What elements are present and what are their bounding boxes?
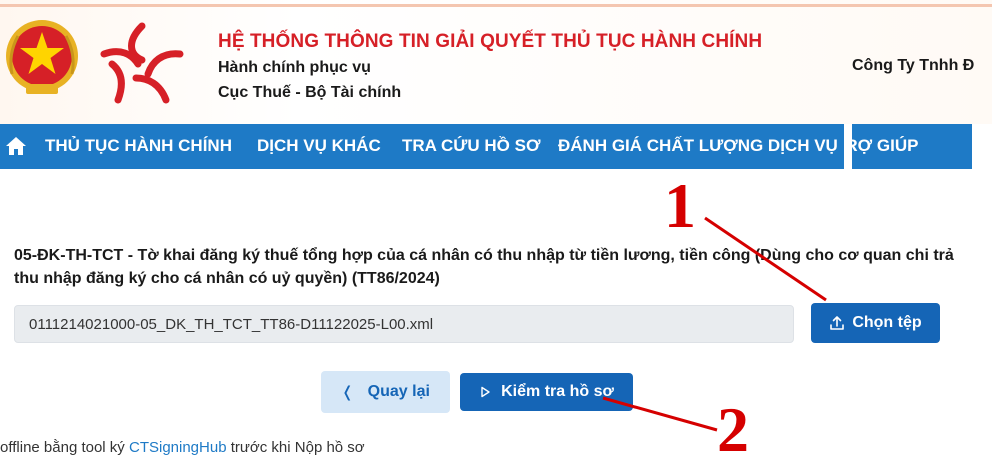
nav-item-service-rating[interactable]: ĐÁNH GIÁ CHẤT LƯỢNG DỊCH VỤ (558, 136, 840, 156)
signing-note: offline bằng tool ký CTSigningHub trước … (0, 439, 365, 456)
form-title: 05-ĐK-TH-TCT - Tờ khai đăng ký thuế tổng… (14, 247, 954, 287)
ctsigninghub-link[interactable]: CTSigningHub (129, 439, 227, 456)
nav-item-administrative-procedures[interactable]: THỦ TỤC HÀNH CHÍNH (45, 136, 232, 156)
upload-icon (830, 316, 845, 330)
note-suffix: trước khi Nộp hồ sơ (226, 439, 365, 456)
agency-name: Cục Thuế - Bộ Tài chính (218, 84, 402, 101)
nav-item-lookup-records[interactable]: TRA CỨU HỒ SƠ (402, 136, 540, 156)
home-icon[interactable] (4, 135, 28, 157)
tax-star-logo-icon (100, 22, 184, 104)
nav-item-other-services[interactable]: DỊCH VỤ KHÁC (257, 136, 381, 156)
file-path-input[interactable] (14, 305, 794, 343)
check-records-button[interactable]: Kiểm tra hồ sơ (460, 373, 633, 411)
company-name[interactable]: Công Ty Tnhh Đ (852, 57, 992, 75)
annotation-step-1: 1 (664, 170, 696, 241)
back-button-label: Quay lại (367, 383, 430, 400)
system-title: HỆ THỐNG THÔNG TIN GIẢI QUYẾT THỦ TỤC HÀ… (218, 31, 763, 52)
chevron-left-icon: ❬ (341, 384, 354, 401)
nav-item-help-label: TRỢ GIÚP (852, 136, 919, 155)
system-subtitle: Hành chính phục vụ (218, 59, 371, 76)
annotation-step-2: 2 (717, 394, 749, 465)
main-navbar: THỦ TỤC HÀNH CHÍNH DỊCH VỤ KHÁC TRA CỨU … (0, 124, 972, 169)
back-button[interactable]: ❬ Quay lại (321, 371, 450, 413)
header-top-stripe (0, 4, 992, 7)
note-prefix: offline bằng tool ký (0, 439, 129, 456)
check-records-label: Kiểm tra hồ sơ (501, 383, 614, 400)
nav-divider (844, 124, 852, 169)
page-header: HỆ THỐNG THÔNG TIN GIẢI QUYẾT THỦ TỤC HÀ… (0, 0, 992, 124)
play-icon (481, 386, 490, 398)
nav-item-help[interactable]: TRỢ GIÚP (852, 136, 972, 156)
choose-file-label: Chọn tệp (852, 314, 922, 331)
choose-file-button[interactable]: Chọn tệp (811, 303, 940, 343)
national-emblem-icon (6, 20, 78, 94)
